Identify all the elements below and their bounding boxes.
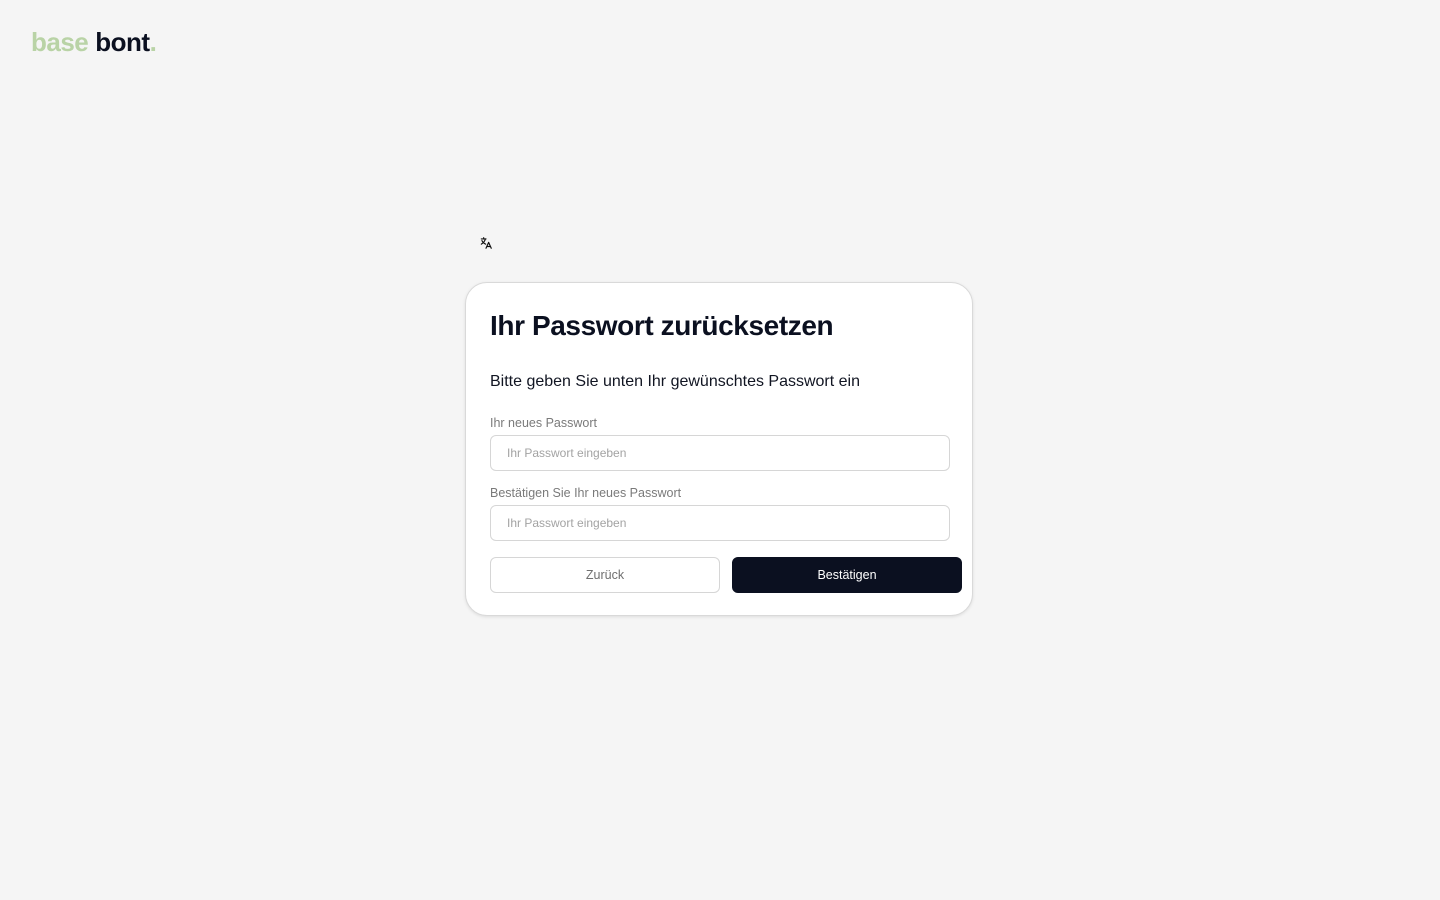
reset-password-card: Ihr Passwort zurücksetzen Bitte geben Si…: [465, 282, 973, 616]
language-switcher-button[interactable]: [477, 234, 495, 252]
translate-icon: [480, 237, 492, 249]
page-subtitle: Bitte geben Sie unten Ihr gewünschtes Pa…: [490, 373, 860, 390]
confirm-button[interactable]: Bestätigen: [732, 557, 962, 593]
confirm-password-label: Bestätigen Sie Ihr neues Passwort: [490, 486, 682, 500]
back-button[interactable]: Zurück: [490, 557, 720, 593]
logo-text-base: base: [31, 27, 89, 57]
logo-text-bont: bont: [95, 27, 150, 57]
logo-dot: .: [149, 27, 157, 57]
confirm-password-input[interactable]: [490, 505, 950, 541]
new-password-label: Ihr neues Passwort: [490, 416, 597, 430]
page-title: Ihr Passwort zurücksetzen: [490, 310, 834, 341]
new-password-input[interactable]: [490, 435, 950, 471]
brand-logo[interactable]: base bont.: [31, 27, 157, 57]
